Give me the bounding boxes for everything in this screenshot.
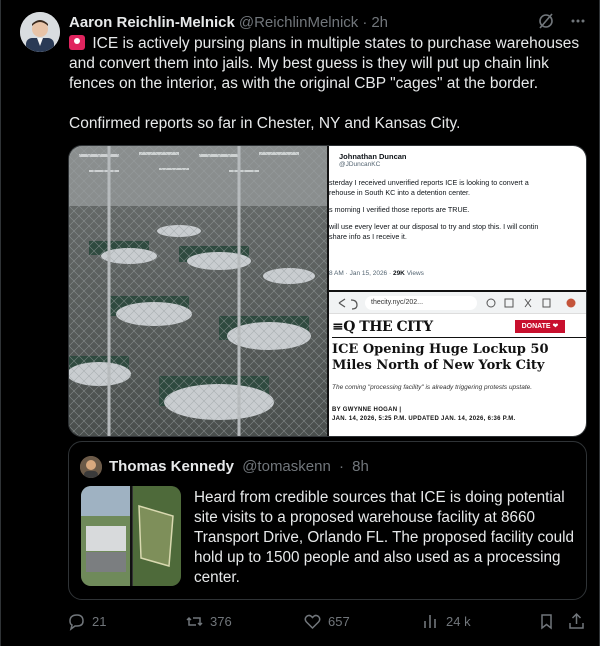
quote-header: Thomas Kennedy @tomaskenn · 8h xyxy=(109,458,369,475)
repost-button[interactable]: 376 xyxy=(185,612,232,631)
bookmark-icon xyxy=(541,614,552,630)
like-button[interactable]: 657 xyxy=(303,612,350,631)
article-screenshot[interactable]: thecity.nyc/202... ≡Q THE CITY DONATE ❤ … xyxy=(329,292,586,436)
quote-author-handle: @tomaskenn xyxy=(242,458,331,475)
author-name[interactable]: Aaron Reichlin-Melnick xyxy=(69,14,235,31)
screenshot-meta: 8 AM · Jan 15, 2026 · 29K Views xyxy=(329,270,424,277)
browser-url: thecity.nyc/202... xyxy=(365,296,477,310)
screenshot-line: will use every lever at our disposal to … xyxy=(329,222,539,231)
more-icon[interactable] xyxy=(569,12,587,34)
reply-button[interactable]: 21 xyxy=(67,612,106,631)
article-rule xyxy=(332,337,586,338)
author-handle[interactable]: @ReichlinMelnick xyxy=(239,14,358,31)
screenshot-views-count: 29K xyxy=(392,270,405,277)
siren-emoji xyxy=(69,35,85,50)
quote-media xyxy=(81,486,181,586)
media-grid: Johnathan Duncan @JDuncanKC sterday I re… xyxy=(68,145,587,437)
screenshot-author-name: Johnathan Duncan xyxy=(339,152,407,161)
browser-toolbar-icons xyxy=(486,298,576,308)
like-count: 657 xyxy=(328,614,350,629)
reply-count: 21 xyxy=(92,614,107,629)
repost-count: 376 xyxy=(210,614,232,629)
browser-nav-icon xyxy=(338,298,358,310)
repost-icon xyxy=(186,616,203,627)
separator-dot: · xyxy=(338,458,344,475)
browser-bar: thecity.nyc/202... xyxy=(329,292,586,314)
article-headline: ICE Opening Huge Lockup 50 Miles North o… xyxy=(332,342,549,373)
screenshot-tweet[interactable]: Johnathan Duncan @JDuncanKC sterday I re… xyxy=(329,146,586,290)
tweet-time[interactable]: 2h xyxy=(371,14,388,31)
views-count: 24 k xyxy=(446,614,471,629)
header-actions xyxy=(537,12,587,34)
article-dateline: JAN. 14, 2026, 5:25 P.M. UPDATED JAN. 14… xyxy=(332,416,516,422)
share-button[interactable] xyxy=(567,612,592,631)
donate-button: DONATE ❤ xyxy=(515,320,565,333)
screenshot-line: s morning I verified those reports are T… xyxy=(329,205,470,214)
share-icon xyxy=(569,612,584,629)
separator-dot: · xyxy=(362,13,368,31)
author-avatar[interactable] xyxy=(20,12,60,52)
bookmark-button[interactable] xyxy=(537,612,562,631)
article-dek: The coming "processing facility" is alre… xyxy=(332,384,533,391)
grok-icon[interactable] xyxy=(537,12,555,34)
screenshot-line: sterday I received unverified reports IC… xyxy=(329,178,529,187)
tweet-body-line2: Confirmed reports so far in Chester, NY … xyxy=(69,115,461,132)
action-bar: 21 376 657 24 k xyxy=(67,612,587,634)
tweet-body-line1: ICE is actively pursing plans in multipl… xyxy=(69,35,580,92)
screenshot-views-label: Views xyxy=(404,270,424,277)
like-icon xyxy=(304,614,321,630)
screenshot-tweet-body: sterday I received unverified reports IC… xyxy=(329,178,586,249)
views-icon xyxy=(424,615,436,628)
tweet-header: Aaron Reichlin-Melnick @ReichlinMelnick … xyxy=(69,12,587,32)
quote-author-avatar xyxy=(80,456,102,478)
tweet-text: ICE is actively pursing plans in multipl… xyxy=(69,34,589,134)
article-byline: BY GWYNNE HOGAN | JAN. 14, 2026, 5:25 P.… xyxy=(332,406,516,424)
quote-text: Heard from credible sources that ICE is … xyxy=(194,489,575,586)
screenshot-line: share info as I receive it. xyxy=(329,232,407,241)
article-author: BY GWYNNE HOGAN | xyxy=(332,407,402,413)
reply-icon xyxy=(69,614,84,631)
quote-tweet[interactable]: Thomas Kennedy @tomaskenn · 8h Heard fro… xyxy=(68,441,587,600)
city-logo: ≡Q THE CITY xyxy=(332,319,433,335)
views-button[interactable]: 24 k xyxy=(421,612,471,631)
quote-time: 8h xyxy=(352,458,369,475)
quote-author-name: Thomas Kennedy xyxy=(109,458,235,475)
screenshot-date: 8 AM · Jan 15, 2026 · xyxy=(329,270,393,277)
screenshot-author-handle: @JDuncanKC xyxy=(339,161,381,168)
tweet-card: Aaron Reichlin-Melnick @ReichlinMelnick … xyxy=(0,0,600,646)
detention-photo[interactable] xyxy=(69,146,327,436)
screenshot-line: rehouse in South KC into a detention cen… xyxy=(329,188,471,197)
